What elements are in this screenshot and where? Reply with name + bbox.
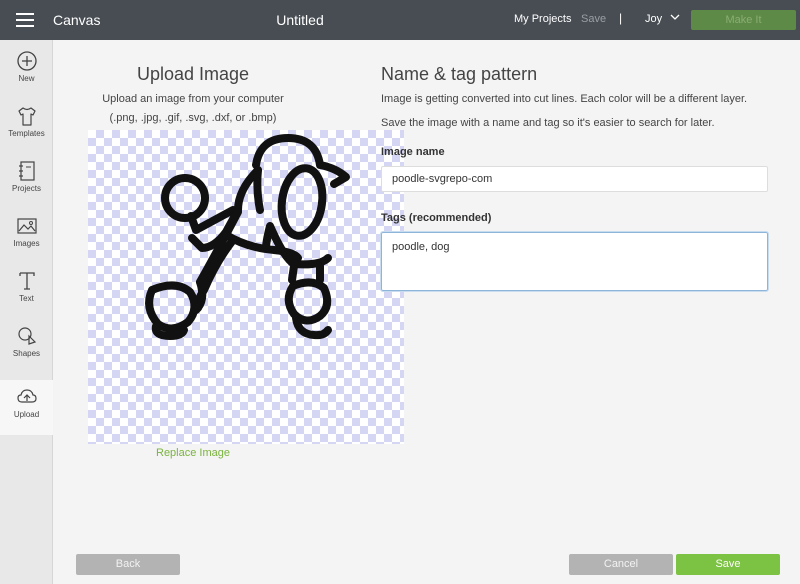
save-link[interactable]: Save	[581, 13, 606, 25]
sidebar-item-label: Images	[13, 239, 40, 248]
sidebar-item-label: Upload	[13, 410, 40, 419]
notebook-icon	[18, 161, 35, 181]
form-title: Name & tag pattern	[381, 64, 538, 84]
user-menu[interactable]: Joy	[645, 13, 662, 25]
upload-description: Upload an image from your computer	[102, 93, 284, 105]
back-button[interactable]: Back	[76, 554, 180, 575]
shapes-icon	[17, 327, 36, 345]
save-button[interactable]: Save	[676, 554, 780, 575]
sidebar-item-new[interactable]: New	[0, 50, 53, 105]
image-icon	[16, 218, 37, 234]
sidebar-item-label: Shapes	[12, 349, 41, 358]
my-projects-link[interactable]: My Projects	[514, 13, 571, 25]
sidebar-item-upload[interactable]: Upload	[0, 380, 53, 435]
shirt-icon	[17, 107, 36, 126]
save-info: Save the image with a name and tag so it…	[381, 117, 715, 129]
sidebar-item-label: Text	[19, 294, 34, 303]
header-divider: |	[619, 11, 623, 25]
image-preview	[88, 130, 404, 444]
text-icon	[18, 272, 35, 290]
upload-title: Upload Image	[136, 64, 250, 84]
conversion-info: Image is getting converted into cut line…	[381, 93, 748, 105]
cloud-upload-icon	[16, 389, 37, 403]
tags-label: Tags (recommended)	[381, 212, 492, 224]
sidebar-item-projects[interactable]: Projects	[0, 160, 53, 215]
sidebar-item-text[interactable]: Text	[0, 270, 53, 325]
document-title: Untitled	[276, 12, 324, 28]
tags-input[interactable]: poodle, dog	[380, 231, 769, 292]
sidebar: New Templates Projects Images Text Shape…	[0, 40, 53, 584]
make-it-button[interactable]: Make It	[691, 10, 796, 30]
sidebar-item-images[interactable]: Images	[0, 215, 53, 270]
sidebar-item-label: New	[18, 74, 35, 83]
plus-circle-icon	[16, 51, 37, 71]
chevron-down-icon[interactable]	[670, 10, 680, 24]
top-bar: Canvas Untitled My Projects Save | Joy M…	[0, 0, 800, 40]
sidebar-item-label: Templates	[8, 129, 45, 138]
image-name-label: Image name	[381, 146, 445, 158]
image-name-input[interactable]	[381, 166, 768, 192]
cancel-button[interactable]: Cancel	[569, 554, 673, 575]
poodle-image	[145, 134, 350, 340]
sidebar-item-shapes[interactable]: Shapes	[0, 325, 53, 380]
sidebar-item-label: Projects	[12, 184, 41, 193]
upload-file-types: (.png, .jpg, .gif, .svg, .dxf, or .bmp)	[109, 112, 277, 124]
replace-image-link[interactable]: Replace Image	[88, 447, 298, 459]
sidebar-item-templates[interactable]: Templates	[0, 105, 53, 160]
